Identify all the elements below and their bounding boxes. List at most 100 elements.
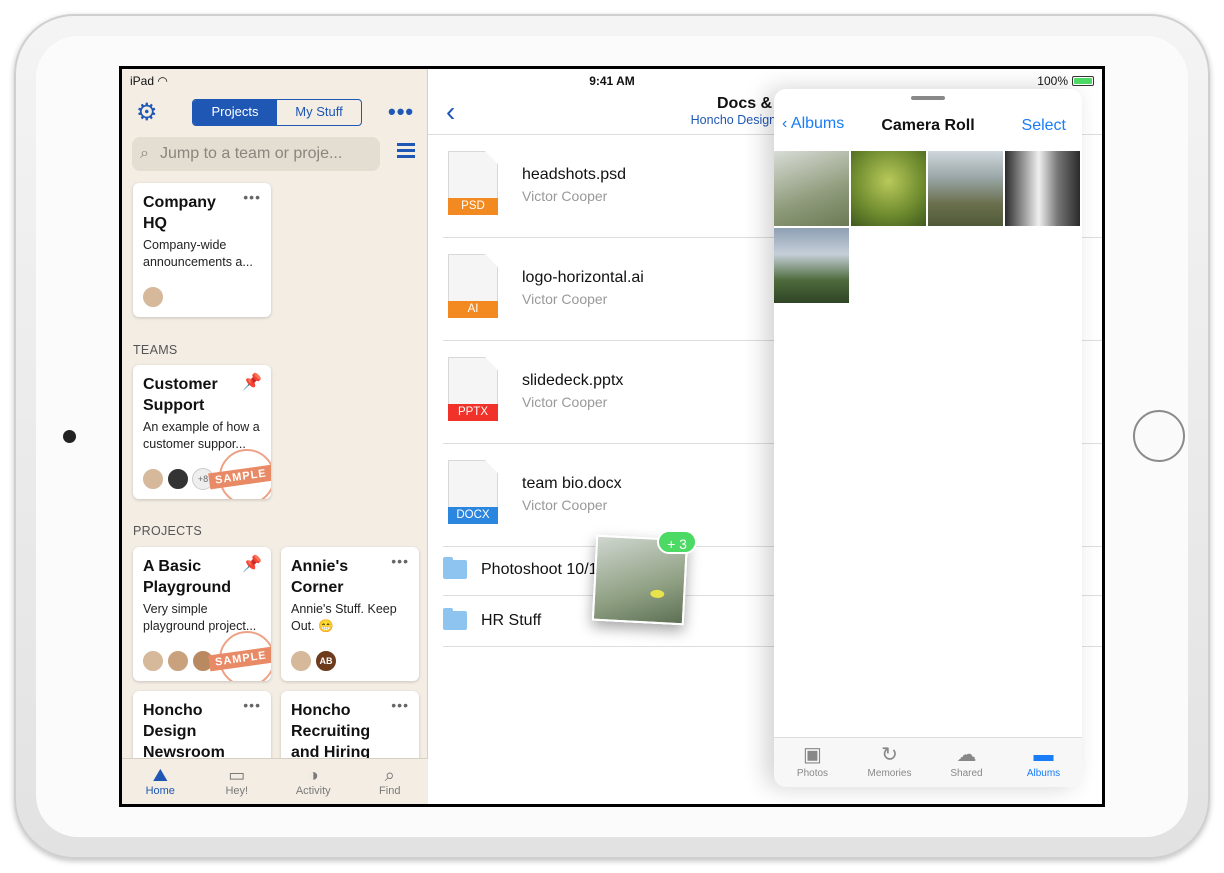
file-name: logo-horizontal.ai [522,269,644,286]
card-basic-playground[interactable]: A Basic Playground 📌 Very simple playgro… [133,547,271,681]
card-title: Honcho Recruiting and Hiring [291,702,371,761]
avatars [142,650,214,672]
docx-file-icon: DOCX [448,460,500,528]
card-desc: Annie's Stuff. Keep Out. 😁 [291,602,397,633]
front-camera [63,430,76,443]
albums-icon: ▬ [1033,744,1054,766]
card-menu-icon[interactable]: ••• [391,697,409,713]
section-teams: TEAMS [133,343,178,357]
grab-handle[interactable] [911,96,945,100]
avatars [142,286,164,308]
avatars: AB [290,650,337,672]
file-name: team bio.docx [522,475,622,492]
psd-file-icon: PSD [448,151,500,219]
tab-label: Hey! [225,785,249,797]
tab-projects[interactable]: Projects [193,100,277,125]
avatar [167,468,189,490]
avatar-initials: AB [315,650,337,672]
tab-label: Photos [796,768,829,779]
card-menu-icon[interactable]: ••• [243,697,261,713]
list-view-icon[interactable] [397,143,415,161]
tab-shared[interactable]: ☁ Shared [928,738,1005,787]
tab-label: Memories [867,768,912,779]
pin-icon[interactable]: 📌 [242,372,262,392]
cloud-icon: ☁ [956,744,977,766]
folder-name: HR Stuff [481,612,542,629]
avatar [142,650,164,672]
tab-albums[interactable]: ▬ Albums [1005,738,1082,787]
clock: 9:41 AM [589,74,635,88]
photos-icon: ▣ [803,744,822,766]
tab-label: Home [145,785,175,797]
tab-bar: ⛰ Home ▭ Hey! ◑ Activity ⌕ Find [122,758,428,804]
card-desc: An example of how a customer suppor... [143,420,260,451]
tab-memories[interactable]: ↻ Memories [851,738,928,787]
avatars: +8 [142,468,214,490]
tab-my-stuff[interactable]: My Stuff [277,100,361,125]
folder-icon [443,557,467,579]
card-title: A Basic Playground [143,558,232,596]
memories-icon: ↻ [881,744,898,766]
ai-file-icon: AI [448,254,500,322]
photo-thumbnail[interactable] [851,151,926,226]
card-desc: Company-wide announcements a... [143,238,253,269]
file-owner: Victor Cooper [522,497,608,513]
pin-icon[interactable]: 📌 [242,554,262,574]
avatar [167,650,189,672]
ipad-screen: ⚙ Projects My Stuff ••• ⌕ Jump to a team… [119,66,1105,807]
tab-home[interactable]: ⛰ Home [122,759,199,804]
gear-icon[interactable]: ⚙ [136,101,160,125]
search-icon: ⌕ [384,765,395,785]
photo-thumbnail[interactable] [774,228,849,303]
battery-percent: 100% [1037,74,1068,88]
card-title: Customer Support [143,376,218,414]
folder-icon [443,608,467,630]
search-input[interactable]: ⌕ Jump to a team or proje... [132,137,380,171]
avatar [142,468,164,490]
card-annies-corner[interactable]: Annie's Corner ••• Annie's Stuff. Keep O… [281,547,419,681]
photos-tab-bar: ▣ Photos ↻ Memories ☁ Shared ▬ Albums [774,737,1082,787]
tab-label: Albums [1026,768,1061,779]
status-bar: iPad ◠ 9:41 AM 100% [122,69,1102,93]
tab-label: Shared [950,768,983,779]
card-title: Company HQ [143,194,216,232]
tab-photos[interactable]: ▣ Photos [774,738,851,787]
tab-find[interactable]: ⌕ Find [352,759,429,804]
battery-status: 100% [1037,74,1094,88]
file-owner: Victor Cooper [522,291,608,307]
file-name: slidedeck.pptx [522,372,624,389]
sidebar-toolbar: ⚙ Projects My Stuff ••• [122,93,428,131]
select-button[interactable]: Select [1022,117,1066,135]
section-projects: PROJECTS [133,524,203,538]
avatar [142,286,164,308]
more-icon[interactable]: ••• [388,99,414,125]
photos-navbar: ‹ Albums Camera Roll Select [774,103,1082,147]
folder-name: Photoshoot 10/16 [481,561,607,578]
avatar [290,650,312,672]
pptx-file-icon: PPTX [448,357,500,425]
file-name: headshots.psd [522,166,627,183]
activity-icon: ◑ [307,765,319,785]
tab-activity[interactable]: ◑ Activity [275,759,352,804]
photo-thumbnail[interactable] [774,151,849,226]
card-menu-icon[interactable]: ••• [391,553,409,569]
photo-thumbnail[interactable] [928,151,1003,226]
card-desc: Very simple playground project... [143,602,257,633]
drag-count: 3 [679,536,687,552]
card-customer-support[interactable]: Customer Support 📌 An example of how a c… [133,365,271,499]
search-placeholder: Jump to a team or proje... [160,145,343,162]
home-icon: ⛰ [152,765,168,785]
card-menu-icon[interactable]: ••• [243,189,261,205]
card-company-hq[interactable]: Company HQ ••• Company-wide announcement… [133,183,271,317]
photo-thumbnail[interactable] [1005,151,1080,226]
card-title: Honcho Design Newsroom [143,702,225,761]
inbox-icon: ▭ [228,765,246,785]
tab-hey[interactable]: ▭ Hey! [199,759,276,804]
sidebar: ⚙ Projects My Stuff ••• ⌕ Jump to a team… [122,69,428,804]
photos-slide-over: ‹ Albums Camera Roll Select ▣ Photos ↻ Mem… [774,89,1082,787]
segmented-control: Projects My Stuff [192,99,362,126]
search-icon: ⌕ [140,145,149,162]
file-owner: Victor Cooper [522,188,608,204]
home-button[interactable] [1133,410,1185,462]
drag-count-badge: + 3 [657,530,697,554]
